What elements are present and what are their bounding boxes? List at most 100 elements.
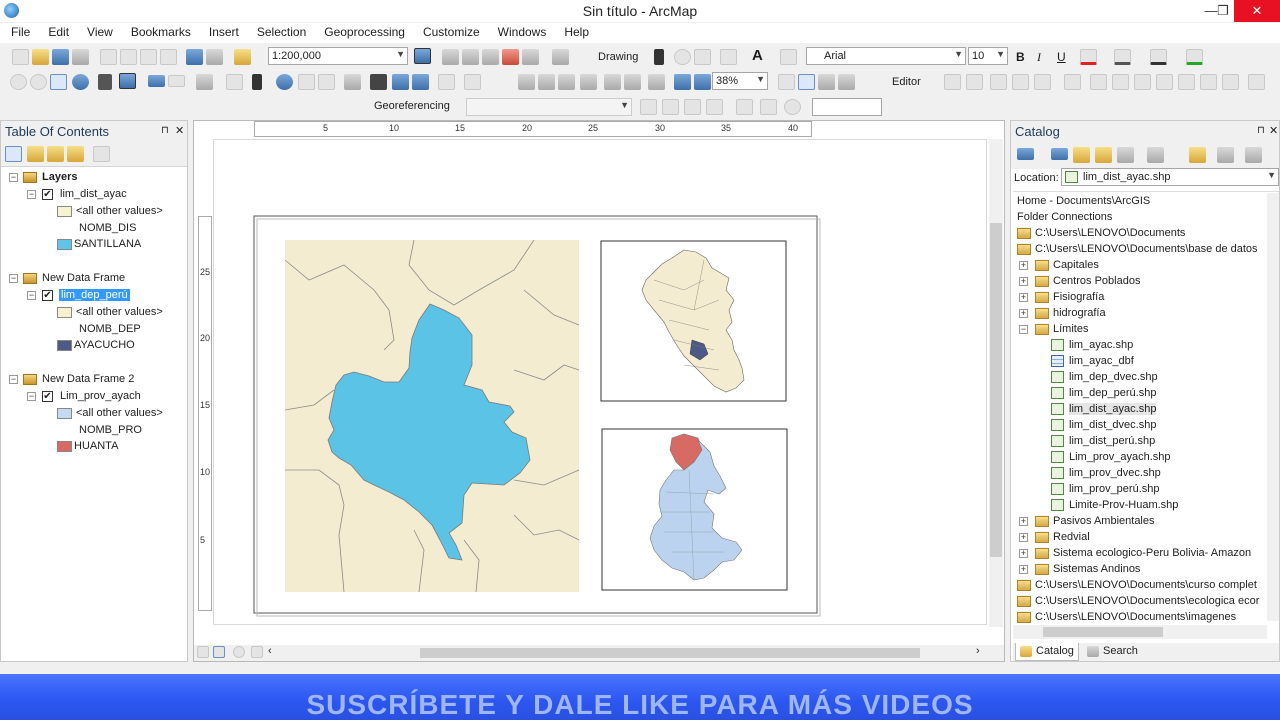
- line-color-icon[interactable]: [1150, 49, 1167, 65]
- refresh-icon[interactable]: [233, 646, 245, 658]
- auto-registration-icon[interactable]: [706, 99, 723, 115]
- focus-data-frame-icon[interactable]: [778, 74, 795, 90]
- list-by-selection-icon[interactable]: [67, 146, 84, 162]
- collapse-icon[interactable]: −: [9, 274, 18, 283]
- font-size-combo[interactable]: 10 ▼: [968, 47, 1008, 65]
- catalog-item[interactable]: lim_dist_perú.shp: [1013, 434, 1279, 450]
- layout-toolbar-options-icon[interactable]: [838, 74, 855, 90]
- menu-view[interactable]: View: [76, 23, 120, 43]
- paste-icon[interactable]: [140, 49, 157, 65]
- bold-button[interactable]: B: [1016, 50, 1025, 64]
- split-icon[interactable]: [1156, 74, 1173, 90]
- data-view-icon[interactable]: [197, 646, 209, 658]
- drawing-menu[interactable]: Drawing: [598, 51, 638, 63]
- catalog-horizontal-scrollbar[interactable]: [1013, 625, 1267, 639]
- redo-icon[interactable]: [206, 49, 223, 65]
- menu-geoprocessing[interactable]: Geoprocessing: [313, 23, 412, 43]
- up-one-level-icon[interactable]: [1073, 147, 1090, 163]
- catalog-vertical-scrollbar[interactable]: [1267, 193, 1279, 621]
- back-icon[interactable]: [148, 75, 165, 87]
- close-icon[interactable]: ✕: [175, 124, 184, 137]
- layer-visibility-checkbox[interactable]: ✔: [42, 189, 53, 200]
- menu-file[interactable]: File: [0, 23, 37, 43]
- catalog-item[interactable]: + Capitales: [1013, 258, 1279, 274]
- layout-fixed-zoom-out-icon[interactable]: [624, 74, 641, 90]
- zoom-out-icon[interactable]: [30, 74, 47, 90]
- model-builder-icon[interactable]: [552, 49, 569, 65]
- catalog-item[interactable]: + Fisiografía: [1013, 290, 1279, 306]
- close-button[interactable]: ✕: [1234, 0, 1280, 22]
- sketch-properties-icon[interactable]: [1222, 74, 1239, 90]
- scale-combo[interactable]: 1:200,000 ▼: [268, 47, 408, 65]
- refresh-icon[interactable]: [1117, 147, 1134, 163]
- rotate-icon[interactable]: [784, 99, 801, 115]
- toggle-draft-mode-icon[interactable]: [694, 74, 711, 90]
- fixed-zoom-out-icon[interactable]: [119, 73, 136, 89]
- view-link-table-icon[interactable]: [736, 99, 753, 115]
- reshape-icon[interactable]: [1112, 74, 1129, 90]
- save-icon[interactable]: [52, 49, 69, 65]
- create-features-icon[interactable]: [1248, 74, 1265, 90]
- catalog-item[interactable]: lim_dep_dvec.shp: [1013, 370, 1279, 386]
- georef-layer-combo[interactable]: ▼: [466, 98, 632, 116]
- undo-icon[interactable]: [186, 49, 203, 65]
- horizontal-scrollbar-thumb[interactable]: [420, 648, 920, 658]
- vertical-scrollbar[interactable]: [989, 139, 1003, 627]
- location-combo[interactable]: lim_dist_ayac.shp ▼: [1061, 168, 1279, 186]
- expand-icon[interactable]: +: [1019, 533, 1028, 542]
- catalog-item[interactable]: lim_dep_perú.shp: [1013, 386, 1279, 402]
- zoom-100-icon[interactable]: [674, 74, 691, 90]
- straight-segment-icon[interactable]: [990, 74, 1007, 90]
- layer-visibility-checkbox[interactable]: ✔: [42, 290, 53, 301]
- symbol-swatch[interactable]: [57, 239, 72, 250]
- back-icon[interactable]: [1017, 148, 1034, 160]
- select-elements-icon[interactable]: [654, 49, 664, 65]
- collapse-icon[interactable]: −: [27, 291, 36, 300]
- layer-lim-prov-ayach[interactable]: Lim_prov_ayach: [60, 390, 141, 402]
- scroll-right-icon[interactable]: ›: [976, 645, 980, 657]
- data-driven-pages-icon[interactable]: [818, 74, 835, 90]
- layer-lim-dep-peru[interactable]: lim_dep_perú: [59, 289, 130, 301]
- symbol-swatch[interactable]: [57, 340, 72, 351]
- menu-bookmarks[interactable]: Bookmarks: [120, 23, 198, 43]
- table-of-contents-icon[interactable]: [442, 49, 459, 65]
- edit-tool-icon[interactable]: [944, 74, 961, 90]
- copy-icon[interactable]: [120, 49, 137, 65]
- catalog-item[interactable]: + Redvial: [1013, 530, 1279, 546]
- collapse-icon[interactable]: −: [9, 173, 18, 182]
- arctoolbox-icon[interactable]: [502, 49, 519, 65]
- full-extent-icon[interactable]: [72, 74, 89, 90]
- toggle-contents-icon[interactable]: [1217, 147, 1234, 163]
- expand-icon[interactable]: +: [1019, 261, 1028, 270]
- symbol-swatch[interactable]: [57, 307, 72, 318]
- rotate-icon[interactable]: [640, 99, 657, 115]
- catalog-item[interactable]: lim_ayac_dbf: [1013, 354, 1279, 370]
- layout-zoom-in-icon[interactable]: [518, 74, 535, 90]
- zoom-percent-combo[interactable]: 38% ▼: [712, 72, 768, 90]
- catalog-item[interactable]: lim_prov_perú.shp: [1013, 482, 1279, 498]
- point-icon[interactable]: [1064, 74, 1081, 90]
- edit-annotation-icon[interactable]: [966, 74, 983, 90]
- python-icon[interactable]: [522, 49, 539, 65]
- data-frame-new[interactable]: New Data Frame: [42, 272, 125, 284]
- font-color-icon[interactable]: [1080, 49, 1097, 65]
- menu-insert[interactable]: Insert: [198, 23, 246, 43]
- scrollbar-thumb[interactable]: [990, 223, 1002, 557]
- layout-back-icon[interactable]: [648, 74, 665, 90]
- list-by-visibility-icon[interactable]: [47, 146, 64, 162]
- rotation-input[interactable]: [812, 98, 882, 116]
- print-icon[interactable]: [72, 49, 89, 65]
- ayacucho-inset-frame[interactable]: [601, 428, 788, 591]
- symbol-swatch[interactable]: [57, 408, 72, 419]
- collapse-icon[interactable]: −: [9, 375, 18, 384]
- layer-lim-dist-ayac[interactable]: lim_dist_ayac: [60, 188, 127, 200]
- html-popup-icon[interactable]: [318, 74, 335, 90]
- layout-pan-icon[interactable]: [558, 74, 575, 90]
- catalog-item[interactable]: C:\Users\LENOVO\Documents\curso complet: [1013, 578, 1279, 594]
- layer-visibility-checkbox[interactable]: ✔: [42, 391, 53, 402]
- editor-toolbar-icon[interactable]: [414, 48, 431, 64]
- find-route-icon[interactable]: [392, 74, 409, 90]
- identify-icon[interactable]: [276, 74, 293, 90]
- zoom-whole-page-icon[interactable]: [580, 74, 597, 90]
- catalog-item[interactable]: C:\Users\LENOVO\Documents\imagenes: [1013, 610, 1279, 626]
